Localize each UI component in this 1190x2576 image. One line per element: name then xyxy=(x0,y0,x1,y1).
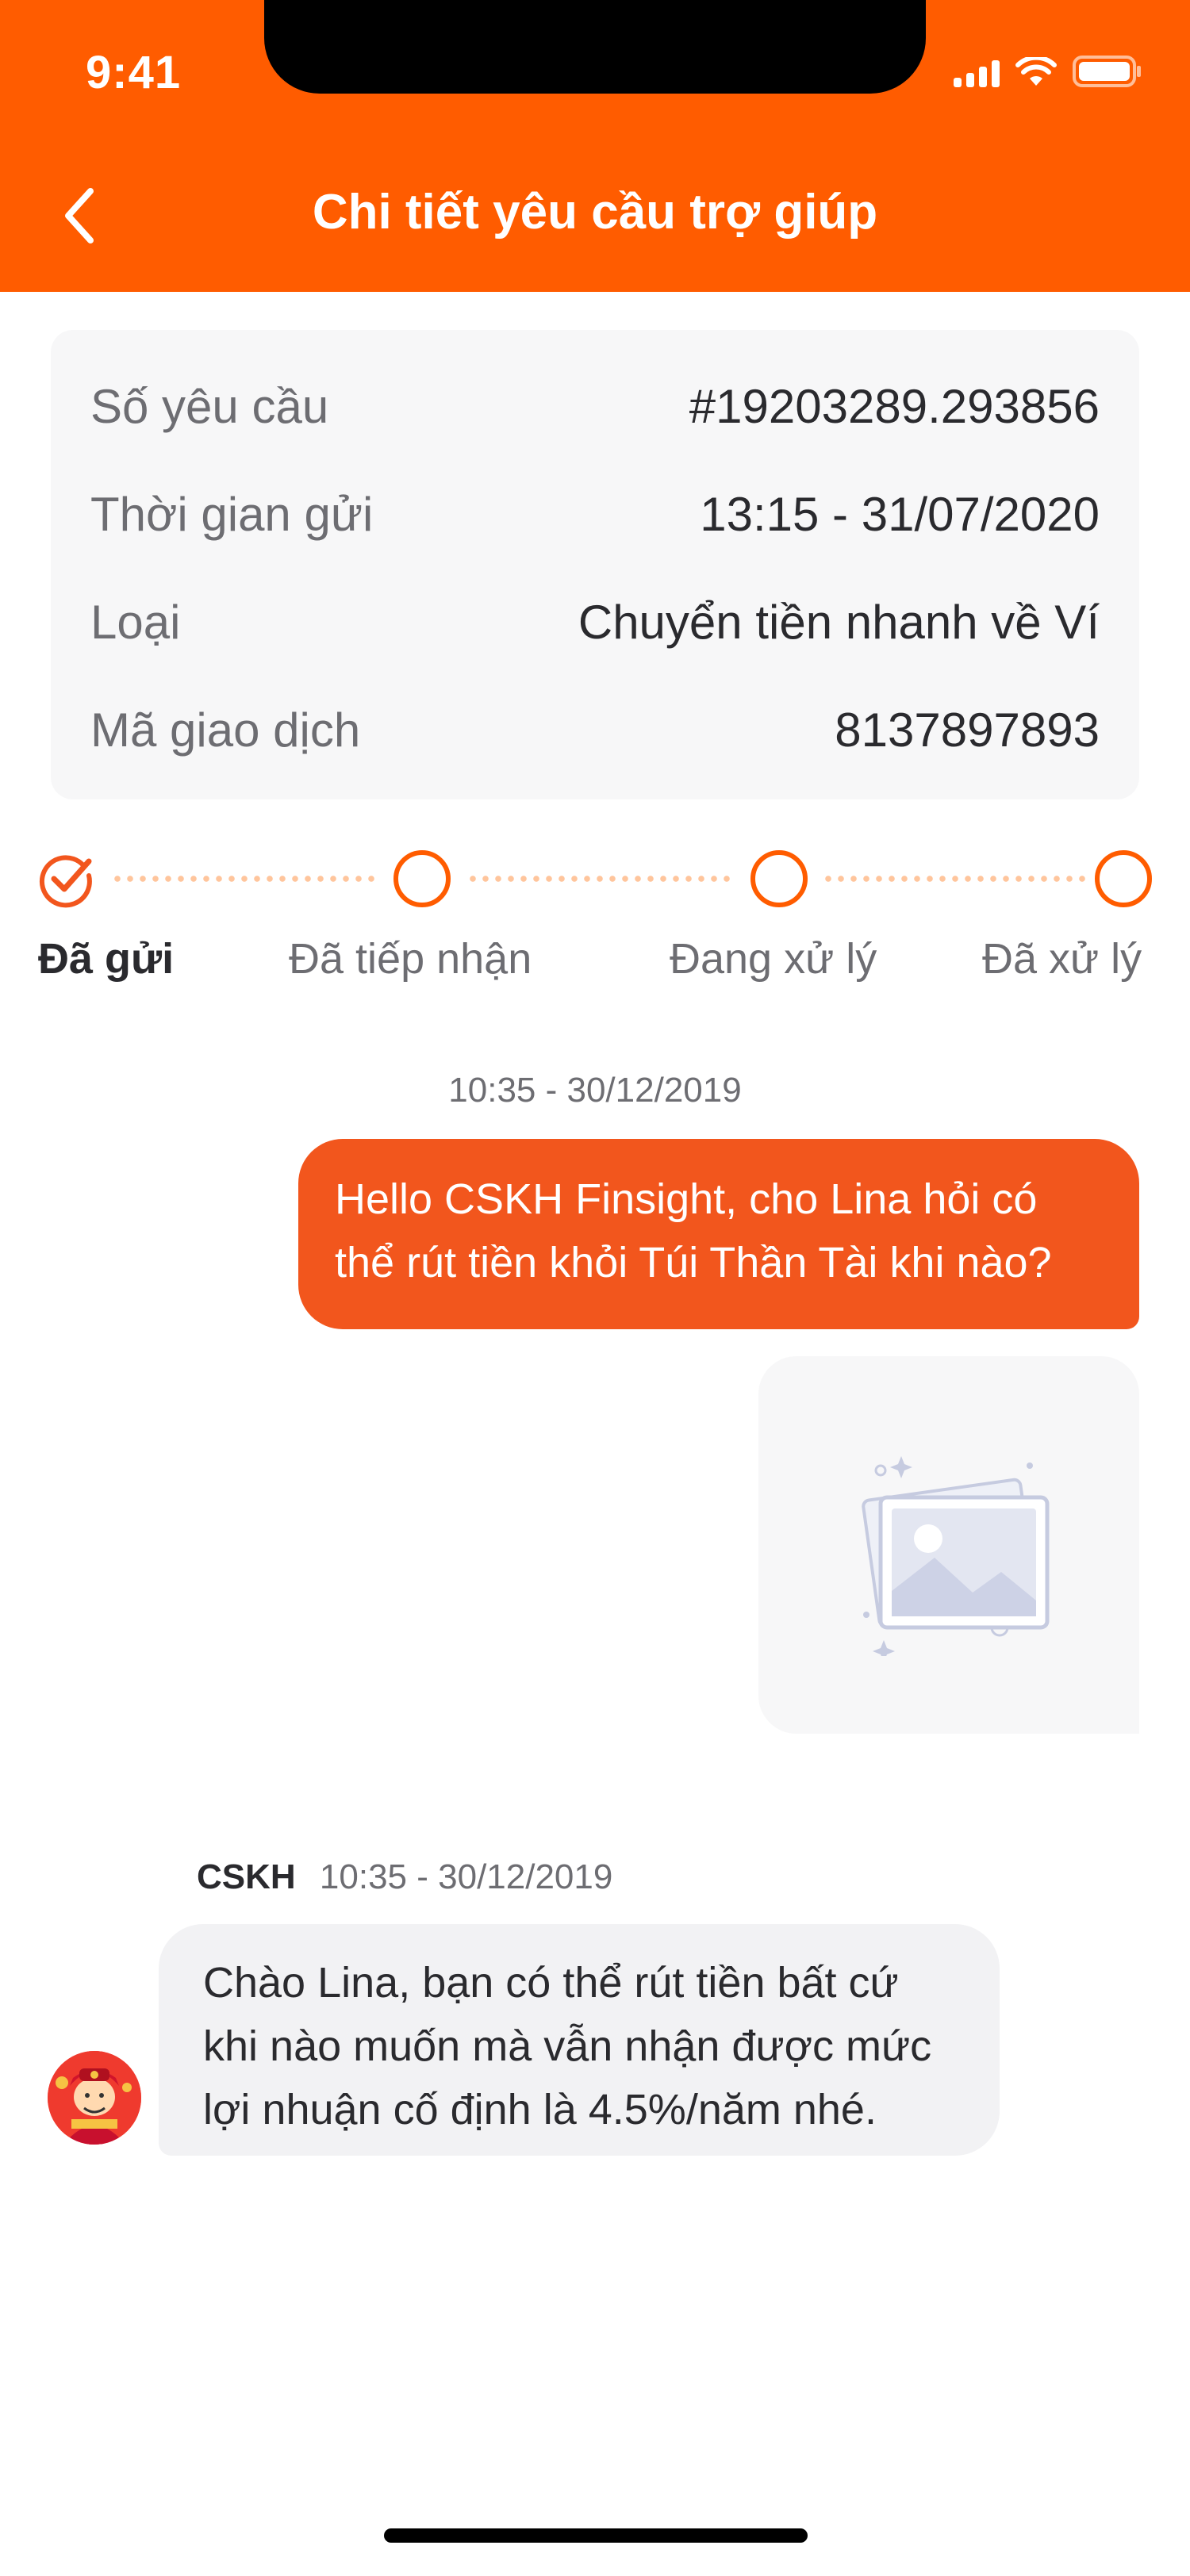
battery-icon xyxy=(1073,56,1141,87)
info-label: Loại xyxy=(90,595,181,649)
status-icons xyxy=(954,56,1142,87)
device-notch xyxy=(264,0,926,94)
message-line: lợi nhuận cố định là 4.5%/năm nhé. xyxy=(203,2086,877,2133)
message-line: Hello CSKH Finsight, cho Lina hỏi có xyxy=(335,1175,1038,1223)
outgoing-message: Hello CSKH Finsight, cho Lina hỏi có thể… xyxy=(298,1139,1139,1329)
message-line: khi nào muốn mà vẫn nhận được mức xyxy=(203,2022,932,2070)
info-label: Thời gian gửi xyxy=(90,487,374,541)
app-header: 9:41 Chi tiết yêu cầu trợ giúp xyxy=(0,0,1190,292)
agent-name: CSKH xyxy=(197,1857,296,1896)
stepper-connector xyxy=(466,876,731,882)
info-value: #19203289.293856 xyxy=(689,379,1100,433)
info-value: Chuyển tiền nhanh về Ví xyxy=(578,595,1100,649)
check-circle-icon xyxy=(39,855,92,908)
stepper-connector xyxy=(111,876,378,882)
agent-meta: CSKH 10:35 - 30/12/2019 xyxy=(197,1857,612,1897)
page-title: Chi tiết yêu cầu trợ giúp xyxy=(312,185,878,240)
message-line: thể rút tiền khỏi Túi Thần Tài khi nào? xyxy=(335,1239,1052,1286)
step-label-processing: Đang xử lý xyxy=(670,935,877,983)
screen: 9:41 Chi tiết yêu cầu trợ giúp Số yêu cầ… xyxy=(0,0,1190,2576)
cellular-signal-icon xyxy=(954,59,1000,87)
info-row-type: Loại Chuyển tiền nhanh về Ví xyxy=(90,568,1100,676)
stepper-connector xyxy=(822,876,1087,882)
status-stepper: Đã gửi Đã tiếp nhận Đang xử lý Đã xử lý xyxy=(0,841,1190,999)
agent-message-time: 10:35 - 30/12/2019 xyxy=(319,1857,613,1896)
request-info-card: Số yêu cầu #19203289.293856 Thời gian gử… xyxy=(51,330,1139,799)
step-circle xyxy=(393,850,451,907)
step-label-sent: Đã gửi xyxy=(38,935,175,983)
info-label: Mã giao dịch xyxy=(90,703,361,757)
step-circle xyxy=(750,850,808,907)
chat-timestamp: 10:35 - 30/12/2019 xyxy=(448,1071,742,1110)
wifi-icon xyxy=(1015,57,1057,86)
incoming-message: Chào Lina, bạn có thể rút tiền bất cứ kh… xyxy=(159,1924,1000,2156)
info-row-sent-time: Thời gian gửi 13:15 - 31/07/2020 xyxy=(90,460,1100,568)
info-row-request-number: Số yêu cầu #19203289.293856 xyxy=(90,352,1100,460)
agent-avatar xyxy=(48,2051,141,2145)
step-circle xyxy=(1095,850,1152,907)
home-indicator[interactable] xyxy=(384,2528,808,2543)
step-label-processed: Đã xử lý xyxy=(982,935,1142,983)
image-attachment[interactable] xyxy=(758,1356,1139,1734)
info-value: 13:15 - 31/07/2020 xyxy=(700,487,1100,541)
image-placeholder-icon xyxy=(862,1456,1050,1656)
step-label-received: Đã tiếp nhận xyxy=(289,935,532,983)
info-label: Số yêu cầu xyxy=(90,379,329,433)
info-row-transaction-code: Mã giao dịch 8137897893 xyxy=(90,676,1100,784)
status-time: 9:41 xyxy=(86,47,182,98)
message-line: Chào Lina, bạn có thể rút tiền bất cứ xyxy=(203,1959,899,2007)
info-value: 8137897893 xyxy=(835,703,1100,757)
